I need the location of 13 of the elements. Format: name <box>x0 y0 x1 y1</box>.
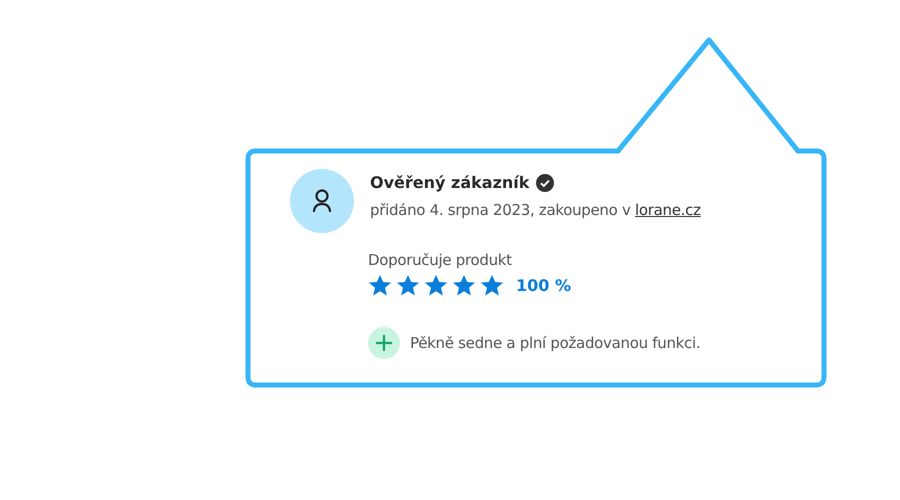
star-icon <box>480 274 504 297</box>
star-icon <box>452 274 476 297</box>
plus-icon <box>368 327 400 359</box>
reviewer-name: Ověřený zákazník <box>370 173 530 192</box>
recommend-percent: 100 % <box>516 276 571 295</box>
review-meta: přidáno 4. srpna 2023, zakoupeno v lorane.cz <box>370 201 701 219</box>
star-icon <box>368 274 392 297</box>
star-icon <box>396 274 420 297</box>
avatar-icon <box>290 169 354 233</box>
star-icon <box>424 274 448 297</box>
review-point: Pěkně sedne a plní požadovanou funkci. <box>410 334 700 352</box>
shop-link[interactable]: lorane.cz <box>635 201 701 219</box>
recommend-label: Doporučuje produkt <box>368 251 513 269</box>
